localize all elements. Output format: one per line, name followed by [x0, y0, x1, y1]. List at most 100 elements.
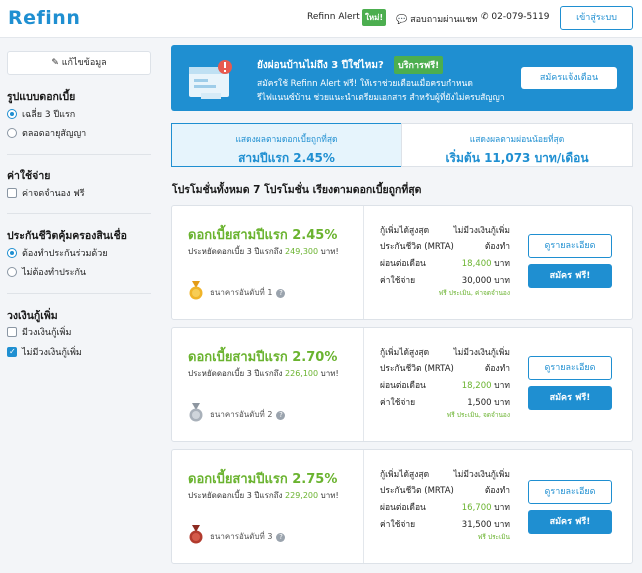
card-divider	[363, 328, 364, 441]
filter-option-avg-3yr[interactable]: เฉลี่ย 3 ปีแรก	[7, 108, 76, 121]
pencil-icon: ✎	[51, 58, 59, 68]
apply-free-button[interactable]: สมัคร ฟรี!	[528, 264, 612, 288]
filter-option-full-term[interactable]: ตลอดอายุสัญญา	[7, 127, 87, 140]
help-icon[interactable]: ?	[276, 533, 286, 542]
tab-value: สามปีแรก 2.45%	[238, 151, 335, 165]
radio-selected[interactable]	[7, 247, 17, 258]
refinn-alert-banner: ยังผ่อนบ้านไม่ถึง 3 ปีใช่ไหม? บริการฟรี!…	[171, 45, 633, 111]
insurance-value: ต้องทำ	[484, 486, 510, 496]
refinn-alert-link[interactable]: Refinn Alert	[307, 12, 360, 22]
saving-suffix: บาท!	[320, 247, 339, 256]
phone-number: 02-079-5119	[491, 12, 550, 22]
saving-prefix: ประหยัดดอกเบี้ย 3 ปีแรกถึง	[188, 491, 283, 500]
help-icon[interactable]: ?	[276, 411, 286, 420]
option-label: ไม่มีวงเงินกู้เพิ่ม	[22, 348, 82, 358]
view-details-button[interactable]: ดูรายละเอียด	[528, 480, 612, 504]
banner-headline: ยังผ่อนบ้านไม่ถึง 3 ปีใช่ไหม?	[257, 60, 384, 71]
saving-amount: 249,300	[285, 247, 319, 256]
new-badge: ใหม่!	[362, 9, 387, 26]
checkbox-checked[interactable]	[7, 346, 17, 358]
option-label: ตลอดอายุสัญญา	[22, 129, 87, 139]
free-note: ฟรี ประเมิน, ค่าจดจำนอง	[438, 289, 510, 297]
filter-option-no-extra-loan[interactable]: ไม่มีวงเงินกู้เพิ่ม	[7, 346, 82, 359]
saving-suffix: บาท!	[320, 491, 339, 500]
apply-free-button[interactable]: สมัคร ฟรี!	[528, 510, 612, 534]
bank-rank: ธนาคารอันดับที่ 1?	[210, 286, 286, 299]
filter-title-insurance: ประกันชีวิตคุ้มครองสินเชื่อ	[7, 230, 127, 242]
cost-value: 1,500 บาท	[467, 398, 510, 408]
saving-prefix: ประหยัดดอกเบี้ย 3 ปีแรกถึง	[188, 247, 283, 256]
card-divider	[363, 206, 364, 319]
option-label: เฉลี่ย 3 ปีแรก	[22, 110, 76, 120]
option-label: ไม่ต้องทำประกัน	[22, 268, 87, 278]
banner-line-2: สมัครใช้ Refinn Alert ฟรี! ให้เราช่วยเตื…	[257, 79, 473, 89]
filter-title-extra-loan: วงเงินกู้เพิ่ม	[7, 310, 58, 322]
monthly-unit: บาท	[494, 503, 510, 513]
insurance-value: ต้องทำ	[484, 242, 510, 252]
promotion-saving: ประหยัดดอกเบี้ย 3 ปีแรกถึง 249,300 บาท!	[188, 245, 339, 258]
filter-title-rate-type: รูปแบบดอกเบี้ย	[7, 91, 76, 103]
help-icon[interactable]: ?	[276, 289, 286, 298]
saving-amount: 229,200	[285, 491, 319, 500]
max-loan-value: ไม่มีวงเงินกู้เพิ่ม	[453, 348, 510, 358]
checkbox-unchecked[interactable]	[7, 187, 17, 198]
option-label: มีวงเงินกู้เพิ่ม	[22, 328, 72, 338]
divider	[7, 293, 151, 294]
divider	[7, 154, 151, 155]
view-details-button[interactable]: ดูรายละเอียด	[528, 356, 612, 380]
promotion-card: ดอกเบี้ยสามปีแรก 2.75% ประหยัดดอกเบี้ย 3…	[171, 449, 633, 564]
max-loan-value: ไม่มีวงเงินกู้เพิ่ม	[453, 470, 510, 480]
monthly-unit: บาท	[494, 381, 510, 391]
saving-suffix: บาท!	[320, 369, 339, 378]
top-bar: Refinn Refinn Alert ใหม่! 💬 สอบถามผ่านแช…	[0, 0, 642, 38]
filter-option-has-extra-loan[interactable]: มีวงเงินกู้เพิ่ม	[7, 326, 72, 339]
tab-value: เริ่มต้น 11,073 บาท/เดือน	[445, 151, 589, 165]
saving-prefix: ประหยัดดอกเบี้ย 3 ปีแรกถึง	[188, 369, 283, 378]
promotion-rate: ดอกเบี้ยสามปีแรก 2.70%	[188, 350, 338, 365]
view-details-button[interactable]: ดูรายละเอียด	[528, 234, 612, 258]
cost-value: 31,500 บาท	[461, 520, 510, 530]
promotion-rate: ดอกเบี้ยสามปีแรก 2.45%	[188, 228, 338, 243]
silver-medal-icon	[189, 403, 203, 422]
monthly-value: 18,400 บาท	[390, 256, 510, 270]
promotion-card: ดอกเบี้ยสามปีแรก 2.45% ประหยัดดอกเบี้ย 3…	[171, 205, 633, 320]
checkbox-unchecked[interactable]	[7, 326, 17, 337]
tab-caption: แสดงผลตามดอกเบี้ยถูกที่สุด	[235, 135, 338, 145]
filter-title-costs: ค่าใช้จ่าย	[7, 170, 51, 182]
insurance-value: ต้องทำ	[484, 364, 510, 374]
refinn-logo[interactable]: Refinn	[8, 7, 80, 29]
gold-medal-icon	[189, 281, 203, 300]
edit-info-button[interactable]: ✎ แก้ไขข้อมูล	[7, 51, 151, 75]
house-alert-icon	[189, 60, 232, 99]
promotion-card: ดอกเบี้ยสามปีแรก 2.70% ประหยัดดอกเบี้ย 3…	[171, 327, 633, 442]
subscribe-alert-button[interactable]: สมัครแจ้งเตือน	[521, 67, 617, 89]
free-note: ฟรี ประเมิน, จดจำนอง	[446, 411, 510, 419]
banner-line-3: รีไฟแนนซ์บ้าน ช่วยแนะนำเตรียมเอกสาร สำหร…	[257, 93, 505, 103]
chat-icon: 💬	[396, 15, 408, 25]
sort-tab-lowest-rate[interactable]: แสดงผลตามดอกเบี้ยถูกที่สุด สามปีแรก 2.45…	[171, 123, 402, 167]
phone-icon: ✆	[481, 12, 489, 22]
option-label: ต้องทำประกันร่วมด้วย	[22, 249, 108, 259]
chat-link[interactable]: 💬 สอบถามผ่านแชท	[396, 12, 477, 26]
filter-option-no-insurance[interactable]: ไม่ต้องทำประกัน	[7, 266, 87, 279]
phone-link[interactable]: ✆ 02-079-5119	[481, 12, 549, 22]
promotion-list-title: โปรโมชั่นทั้งหมด 7 โปรโมชั่น เรียงตามดอก…	[172, 184, 422, 196]
option-label: ค่าจดจำนอง ฟรี	[22, 189, 85, 199]
login-button[interactable]: เข้าสู่ระบบ	[560, 6, 633, 30]
bronze-medal-icon	[189, 525, 203, 544]
max-loan-value: ไม่มีวงเงินกู้เพิ่ม	[453, 226, 510, 236]
chat-label: สอบถามผ่านแชท	[410, 15, 478, 25]
filter-option-insurance-required[interactable]: ต้องทำประกันร่วมด้วย	[7, 247, 108, 260]
bank-rank-label: ธนาคารอันดับที่ 1	[210, 288, 273, 297]
apply-free-button[interactable]: สมัคร ฟรี!	[528, 386, 612, 410]
radio-unselected[interactable]	[7, 127, 17, 138]
radio-unselected[interactable]	[7, 266, 17, 277]
monthly-value: 16,700 บาท	[390, 500, 510, 514]
monthly-amount: 18,400	[461, 259, 492, 269]
card-divider	[363, 450, 364, 563]
sort-tab-lowest-payment[interactable]: แสดงผลตามผ่อนน้อยที่สุด เริ่มต้น 11,073 …	[401, 123, 633, 167]
cost-value: 30,000 บาท	[461, 276, 510, 286]
filter-option-free-mortgage-fee[interactable]: ค่าจดจำนอง ฟรี	[7, 187, 85, 200]
bank-rank: ธนาคารอันดับที่ 3?	[210, 530, 286, 543]
radio-selected[interactable]	[7, 108, 17, 119]
